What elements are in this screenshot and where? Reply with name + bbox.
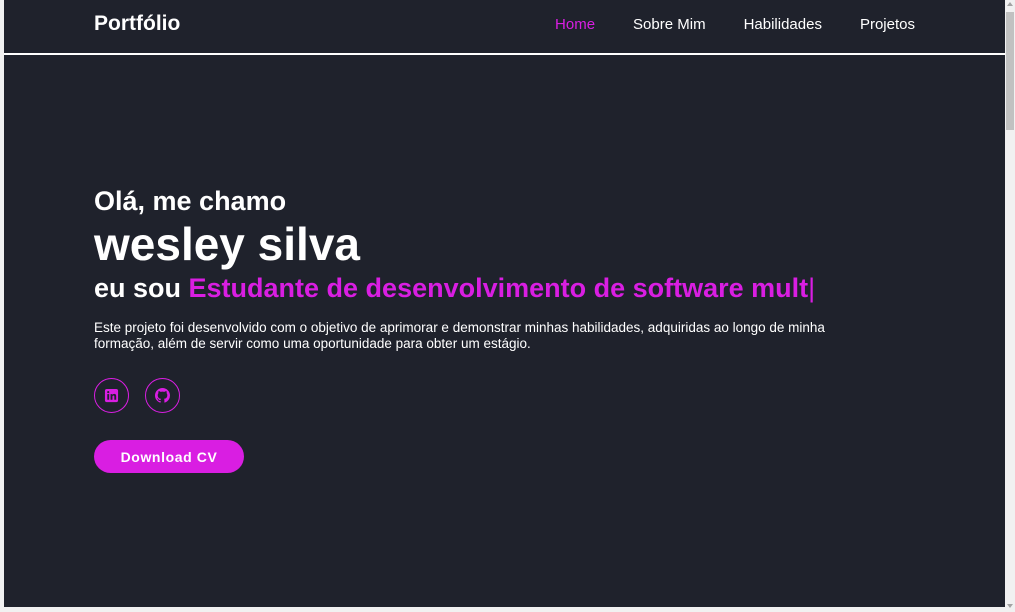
hero-section: Olá, me chamo wesley silva eu sou Estuda… (94, 185, 914, 473)
linkedin-icon (104, 388, 119, 403)
role-typed-text: Estudante de desenvolvimento de software… (188, 273, 809, 303)
brand-logo[interactable]: Portfólio (94, 12, 180, 36)
download-cv-button[interactable]: Download CV (94, 440, 244, 473)
social-links (94, 378, 914, 413)
hero-bio: Este projeto foi desenvolvido com o obje… (94, 320, 825, 351)
browser-frame: Portfólio Home Sobre Mim Habilidades Pro… (0, 0, 1015, 612)
scroll-down-arrow-icon[interactable] (1007, 604, 1013, 608)
github-icon (155, 388, 170, 403)
nav-links: Home Sobre Mim Habilidades Projetos (555, 16, 915, 33)
github-link[interactable] (145, 378, 180, 413)
nav-link-home[interactable]: Home (555, 16, 595, 33)
role-prefix: eu sou (94, 273, 182, 303)
scrollbar-thumb[interactable] (1006, 12, 1014, 130)
hero-name: wesley silva (94, 218, 360, 270)
page-viewport: Portfólio Home Sobre Mim Habilidades Pro… (4, 0, 1005, 607)
hero-greeting: Olá, me chamo (94, 186, 287, 216)
nav-link-projetos[interactable]: Projetos (860, 16, 915, 33)
navbar: Portfólio Home Sobre Mim Habilidades Pro… (4, 0, 1005, 55)
nav-link-sobre-mim[interactable]: Sobre Mim (633, 16, 706, 33)
page-scrollbar[interactable] (1005, 0, 1015, 612)
typing-cursor: | (808, 273, 816, 303)
scroll-up-arrow-icon[interactable] (1007, 2, 1013, 6)
hero-role: eu sou Estudante de desenvolvimento de s… (94, 272, 914, 304)
linkedin-link[interactable] (94, 378, 129, 413)
nav-link-habilidades[interactable]: Habilidades (744, 16, 822, 33)
